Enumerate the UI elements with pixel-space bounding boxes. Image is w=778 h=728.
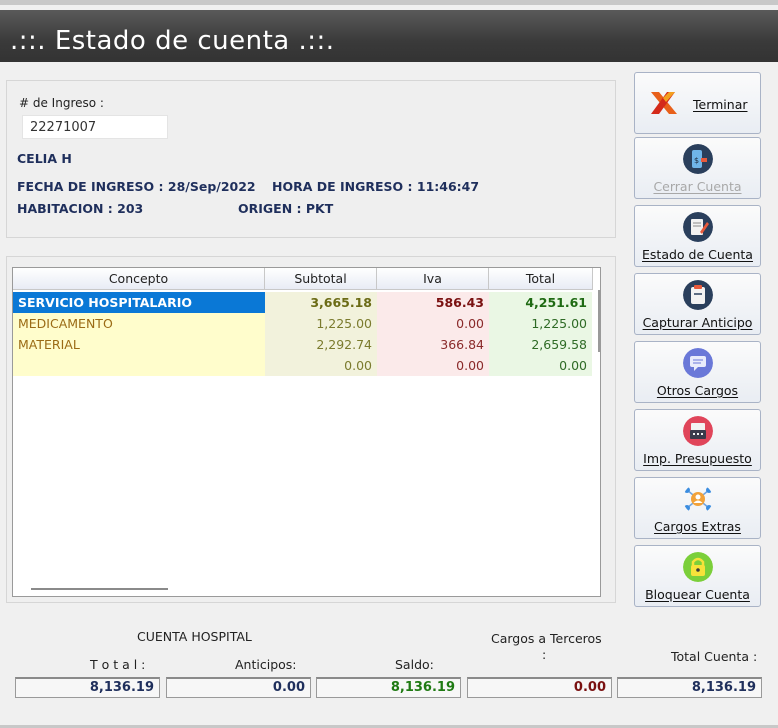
imp-presupuesto-label: Imp. Presupuesto [643, 451, 752, 466]
bloquear-cuenta-label: Bloquear Cuenta [645, 587, 750, 602]
terminar-button[interactable]: Terminar [634, 72, 761, 134]
ingreso-field[interactable]: 22271007 [22, 115, 168, 139]
network-user-icon [684, 487, 712, 511]
cell-concepto: MEDICAMENTO [13, 313, 265, 334]
otros-cargos-button[interactable]: Otros Cargos [634, 341, 761, 403]
table-row[interactable]: MEDICAMENTO 1,225.00 0.00 1,225.00 [13, 313, 592, 334]
concepts-panel: Concepto Subtotal Iva Total SERVICIO HOS… [6, 256, 616, 603]
cell-iva: 366.84 [377, 334, 489, 355]
patient-name: CELIA H [17, 151, 72, 166]
anticipos-label: Anticipos: [235, 657, 297, 672]
bloquear-cuenta-button[interactable]: Bloquear Cuenta [634, 545, 761, 607]
cell-iva: 0.00 [377, 355, 489, 376]
document-edit-icon [683, 212, 713, 242]
cell-subtotal: 3,665.18 [265, 292, 377, 313]
header-total[interactable]: Total [489, 268, 593, 290]
fecha-ingreso: FECHA DE INGRESO : 28/Sep/2022 [17, 179, 256, 194]
window-title: .::. Estado de cuenta .::. [10, 26, 335, 56]
imp-presupuesto-button[interactable]: Imp. Presupuesto [634, 409, 761, 471]
cargos-extras-button[interactable]: Cargos Extras [634, 477, 761, 539]
cell-iva: 0.00 [377, 313, 489, 334]
fax-printer-icon [683, 416, 713, 446]
cell-subtotal: 2,292.74 [265, 334, 377, 355]
table-row[interactable]: 0.00 0.00 0.00 [13, 355, 592, 376]
cell-total: 4,251.61 [489, 292, 592, 313]
cell-iva: 586.43 [377, 292, 489, 313]
estado-cuenta-button[interactable]: Estado de Cuenta [634, 205, 761, 267]
title-bar: .::. Estado de cuenta .::. [0, 10, 778, 62]
x-close-icon [651, 92, 677, 114]
capturar-anticipo-label: Capturar Anticipo [642, 315, 753, 330]
cerrar-cuenta-label: Cerrar Cuenta [653, 179, 742, 194]
origen: ORIGEN : PKT [238, 201, 334, 216]
ingreso-label: # de Ingreso : [19, 96, 104, 110]
saldo-label: Saldo: [395, 657, 434, 672]
capturar-anticipo-button[interactable]: Capturar Anticipo [634, 273, 761, 335]
total-cuenta-label: Total Cuenta : [671, 649, 758, 664]
header-subtotal[interactable]: Subtotal [265, 268, 377, 290]
otros-cargos-label: Otros Cargos [656, 383, 739, 398]
cell-total: 0.00 [489, 355, 592, 376]
horizontal-scrollbar[interactable] [31, 588, 168, 590]
table-row[interactable]: MATERIAL 2,292.74 366.84 2,659.58 [13, 334, 592, 355]
total-label: T o t a l : [90, 657, 146, 672]
header-iva[interactable]: Iva [377, 268, 489, 290]
terceros-colon: : [542, 647, 547, 662]
cell-subtotal: 1,225.00 [265, 313, 377, 334]
cell-concepto: MATERIAL [13, 334, 265, 355]
anticipos-value: 0.00 [166, 677, 311, 698]
cuenta-hospital-label: CUENTA HOSPITAL [137, 629, 252, 644]
svg-text:$: $ [694, 156, 699, 165]
cell-total: 2,659.58 [489, 334, 592, 355]
clipboard-icon [683, 280, 713, 310]
cell-concepto: SERVICIO HOSPITALARIO [13, 292, 265, 313]
terceros-label: Cargos a Terceros [491, 631, 602, 646]
cell-concepto [13, 355, 265, 376]
cargos-extras-label: Cargos Extras [654, 519, 741, 534]
estado-cuenta-label: Estado de Cuenta [642, 247, 753, 262]
padlock-icon [683, 552, 713, 582]
terceros-value: 0.00 [467, 677, 612, 698]
estado-cuenta-window: .::. Estado de cuenta .::. # de Ingreso … [0, 0, 778, 728]
grid-header: Concepto Subtotal Iva Total [13, 268, 600, 290]
chat-bubble-icon [683, 348, 713, 378]
vertical-scrollbar[interactable] [598, 290, 600, 352]
cell-subtotal: 0.00 [265, 355, 377, 376]
habitacion: HABITACION : 203 [17, 201, 144, 216]
cerrar-cuenta-button[interactable]: $ Cerrar Cuenta [634, 137, 761, 199]
total-cuenta-value: 8,136.19 [617, 677, 762, 698]
terminar-label: Terminar [693, 97, 748, 112]
hora-ingreso: HORA DE INGRESO : 11:46:47 [272, 179, 480, 194]
phone-payment-icon: $ [683, 144, 713, 174]
total-value: 8,136.19 [15, 677, 160, 698]
concepts-grid[interactable]: Concepto Subtotal Iva Total SERVICIO HOS… [12, 267, 601, 597]
patient-info-panel: # de Ingreso : 22271007 CELIA H FECHA DE… [6, 80, 616, 238]
header-concepto[interactable]: Concepto [13, 268, 265, 290]
table-row[interactable]: SERVICIO HOSPITALARIO 3,665.18 586.43 4,… [13, 292, 592, 313]
cell-total: 1,225.00 [489, 313, 592, 334]
saldo-value: 8,136.19 [316, 677, 461, 698]
